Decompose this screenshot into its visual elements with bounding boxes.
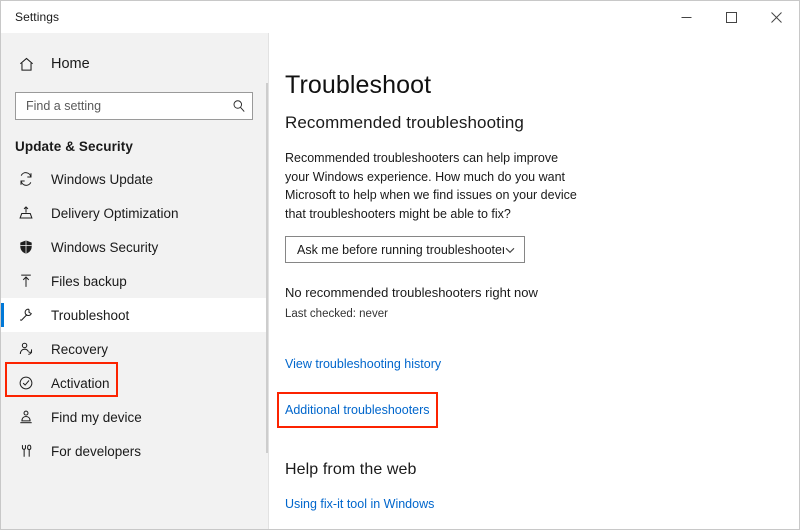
sidebar-item-activation[interactable]: Activation [1,366,269,400]
view-troubleshooting-history-wrap: View troubleshooting history [285,355,799,373]
sidebar-item-for-developers[interactable]: For developers [1,434,269,468]
search-icon[interactable] [232,99,246,113]
window-body: Home Update & Security [1,33,799,529]
view-troubleshooting-history-link[interactable]: View troubleshooting history [285,357,441,371]
sync-icon [18,171,38,187]
shield-icon [18,239,38,255]
upload-box-icon [18,205,38,221]
sidebar-item-label: Recovery [51,342,108,357]
recovery-icon [18,341,38,357]
dropdown-selected-value: Ask me before running troubleshooters [297,243,504,257]
additional-troubleshooters-link[interactable]: Additional troubleshooters [285,403,430,417]
maximize-icon [726,12,737,23]
sidebar-item-label: Windows Update [51,172,153,187]
chevron-down-icon [504,244,516,256]
tools-icon [18,443,38,459]
sidebar-item-windows-security[interactable]: Windows Security [1,230,269,264]
search-box[interactable] [15,92,253,120]
sidebar-item-home[interactable]: Home [1,45,269,83]
selection-indicator [1,303,4,327]
main-content: Troubleshoot Recommended troubleshooting… [269,33,799,529]
sidebar-item-recovery[interactable]: Recovery [1,332,269,366]
additional-troubleshooters-wrap: Additional troubleshooters [285,401,430,419]
wrench-icon [18,307,38,323]
window-title: Settings [1,1,664,33]
sidebar-item-files-backup[interactable]: Files backup [1,264,269,298]
sidebar-item-label: Files backup [51,274,127,289]
sidebar-item-label: Find my device [51,410,142,425]
close-icon [771,12,782,23]
sidebar-item-label: Delivery Optimization [51,206,179,221]
locate-person-icon [18,409,38,425]
status-text: No recommended troubleshooters right now [285,285,799,300]
page-title: Troubleshoot [285,71,799,100]
help-from-web-heading: Help from the web [285,461,799,479]
sidebar-section-title: Update & Security [1,120,269,154]
sidebar-item-label: Troubleshoot [51,308,129,323]
sidebar-home-label: Home [51,56,90,72]
window-controls [664,1,799,33]
sidebar-item-find-my-device[interactable]: Find my device [1,400,269,434]
sidebar-item-label: For developers [51,444,141,459]
description-paragraph: Recommended troubleshooters can help imp… [285,149,585,223]
close-button[interactable] [754,1,799,33]
check-circle-icon [18,375,38,391]
sidebar-item-delivery-optimization[interactable]: Delivery Optimization [1,196,269,230]
sidebar-item-label: Activation [51,376,110,391]
sidebar-item-label: Windows Security [51,240,158,255]
sidebar: Home Update & Security [1,33,269,529]
home-icon [18,56,38,73]
sidebar-item-windows-update[interactable]: Windows Update [1,162,269,196]
fixit-link-wrap: Using fix-it tool in Windows [285,495,799,513]
upload-arrow-icon [18,273,38,289]
minimize-icon [681,12,692,23]
using-fixit-tool-link[interactable]: Using fix-it tool in Windows [285,497,434,511]
recommended-troubleshooting-dropdown[interactable]: Ask me before running troubleshooters [285,236,525,263]
sidebar-nav-list: Windows Update Delivery Optimization [1,162,269,468]
section-subheading: Recommended troubleshooting [285,113,799,133]
settings-window: Settings [0,0,800,530]
title-bar: Settings [1,1,799,33]
sidebar-item-troubleshoot[interactable]: Troubleshoot [1,298,269,332]
maximize-button[interactable] [709,1,754,33]
search-input[interactable] [26,99,232,113]
minimize-button[interactable] [664,1,709,33]
last-checked-text: Last checked: never [285,308,799,320]
